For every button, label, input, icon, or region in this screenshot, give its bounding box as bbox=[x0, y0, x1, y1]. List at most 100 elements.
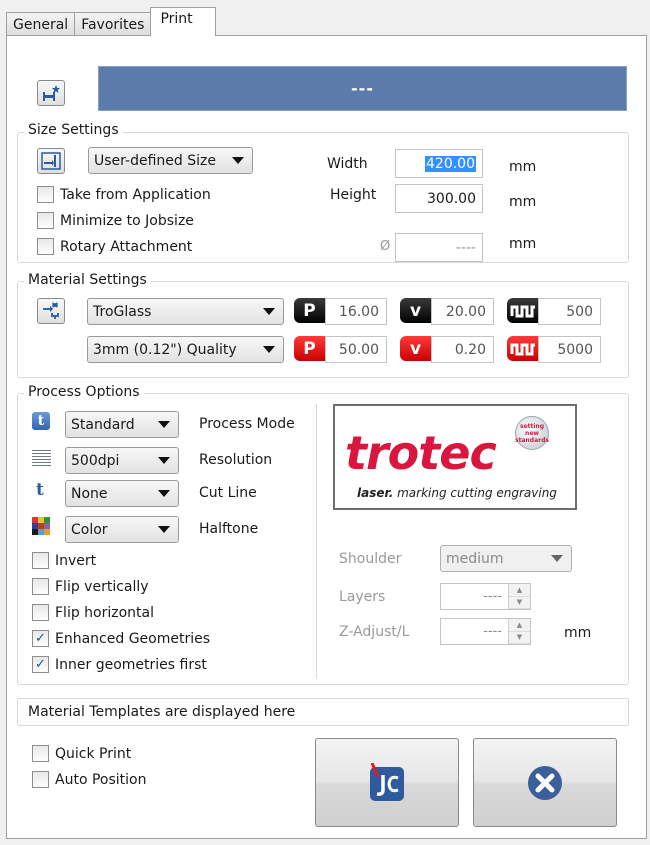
shoulder-select[interactable]: medium bbox=[440, 545, 572, 572]
cut-power-input[interactable]: 50.00 bbox=[325, 336, 387, 363]
checkbox-box[interactable] bbox=[32, 552, 49, 569]
width-value: 420.00 bbox=[425, 155, 476, 172]
chevron-down-icon bbox=[551, 555, 563, 562]
resolution-select[interactable]: 500dpi bbox=[65, 447, 179, 474]
cut-frequency-control: 5000 bbox=[507, 336, 601, 363]
tagline-bold: laser. bbox=[357, 486, 394, 500]
trotec-logo: trotec setting new standards laser. mark… bbox=[333, 404, 577, 510]
cut-line-value: None bbox=[71, 485, 108, 502]
process-mode-select[interactable]: Standard bbox=[65, 411, 179, 438]
engrave-frequency-control: 500 bbox=[507, 298, 601, 325]
material-select[interactable]: TroGlass bbox=[87, 298, 284, 325]
cut-velocity-input[interactable]: 0.20 bbox=[431, 336, 494, 363]
chevron-down-icon bbox=[158, 457, 170, 464]
size-mode-select[interactable]: User-defined Size bbox=[88, 147, 253, 174]
checkbox-label: Auto Position bbox=[55, 771, 147, 788]
invert-checkbox[interactable]: Invert bbox=[32, 552, 96, 569]
checkmark-icon[interactable]: ✓ bbox=[32, 656, 49, 673]
quick-print-checkbox[interactable]: Quick Print bbox=[32, 745, 131, 762]
engrave-power-input[interactable]: 16.00 bbox=[325, 298, 387, 325]
checkbox-label: Inner geometries first bbox=[55, 656, 207, 673]
checkbox-box[interactable] bbox=[32, 604, 49, 621]
size-settings-icon-button[interactable] bbox=[37, 148, 65, 174]
size-mode-value: User-defined Size bbox=[94, 152, 216, 169]
quality-value: 3mm (0.12") Quality bbox=[93, 341, 237, 358]
cut-line-icon: t bbox=[36, 480, 44, 500]
checkbox-label: Quick Print bbox=[55, 745, 132, 762]
material-settings-icon-button[interactable] bbox=[37, 298, 65, 324]
rotary-attachment-checkbox[interactable]: Rotary Attachment bbox=[37, 238, 192, 255]
flip-vertically-checkbox[interactable]: Flip vertically bbox=[32, 578, 149, 595]
add-favorite-button[interactable] bbox=[37, 80, 65, 106]
shoulder-value: medium bbox=[446, 550, 504, 567]
spin-down-icon[interactable]: ▼ bbox=[509, 631, 530, 644]
engrave-velocity-input[interactable]: 20.00 bbox=[431, 298, 494, 325]
inner-geometries-first-checkbox[interactable]: ✓ Inner geometries first bbox=[32, 656, 207, 673]
print-to-job-control-button[interactable] bbox=[315, 738, 459, 827]
material-value: TroGlass bbox=[93, 303, 152, 320]
resolution-label: Resolution bbox=[199, 452, 273, 468]
z-adjust-unit: mm bbox=[564, 625, 592, 641]
checkbox-label: Flip horizontal bbox=[55, 604, 154, 621]
cut-line-label: Cut Line bbox=[199, 485, 257, 501]
process-mode-value: Standard bbox=[71, 416, 135, 433]
auto-position-checkbox[interactable]: Auto Position bbox=[32, 771, 146, 788]
width-input[interactable]: 420.00 bbox=[395, 149, 483, 178]
checkbox-label: Flip vertically bbox=[55, 578, 149, 595]
job-control-icon bbox=[370, 762, 404, 801]
process-options-title: Process Options bbox=[24, 384, 144, 400]
take-from-application-checkbox[interactable]: Take from Application bbox=[37, 186, 211, 203]
power-icon: P bbox=[294, 336, 325, 361]
height-label: Height bbox=[330, 187, 377, 203]
checkbox-label: Rotary Attachment bbox=[60, 238, 193, 255]
engrave-frequency-input[interactable]: 500 bbox=[538, 298, 601, 325]
minimize-to-jobsize-checkbox[interactable]: Minimize to Jobsize bbox=[37, 212, 194, 229]
checkbox-label: Enhanced Geometries bbox=[55, 630, 211, 647]
chevron-down-icon bbox=[263, 346, 275, 353]
checkbox-box[interactable] bbox=[32, 771, 49, 788]
chevron-down-icon bbox=[263, 308, 275, 315]
shoulder-label: Shoulder bbox=[339, 551, 402, 567]
cancel-button[interactable] bbox=[473, 738, 617, 827]
spin-up-icon[interactable]: ▲ bbox=[509, 619, 530, 632]
flip-horizontal-checkbox[interactable]: Flip horizontal bbox=[32, 604, 154, 621]
height-input[interactable]: 300.00 bbox=[395, 184, 483, 213]
seal-badge: setting new standards bbox=[515, 416, 549, 450]
checkbox-box[interactable] bbox=[37, 238, 54, 255]
z-adjust-value: ---- bbox=[483, 624, 502, 639]
checkbox-box[interactable] bbox=[37, 212, 54, 229]
tab-favorites[interactable]: Favorites bbox=[74, 12, 152, 36]
diameter-input[interactable]: ---- bbox=[395, 233, 483, 262]
halftone-label: Halftone bbox=[199, 521, 259, 537]
cut-line-select[interactable]: None bbox=[65, 480, 179, 507]
process-mode-icon: t bbox=[32, 412, 50, 430]
quality-select[interactable]: 3mm (0.12") Quality bbox=[87, 336, 284, 363]
cut-frequency-input[interactable]: 5000 bbox=[538, 336, 601, 363]
material-settings-title: Material Settings bbox=[24, 272, 151, 288]
velocity-icon: v bbox=[400, 298, 431, 323]
spin-down-icon[interactable]: ▼ bbox=[509, 596, 530, 609]
checkbox-box[interactable] bbox=[32, 578, 49, 595]
brand-name: trotec bbox=[345, 426, 497, 480]
spin-up-icon[interactable]: ▲ bbox=[509, 584, 530, 597]
halftone-select[interactable]: Color bbox=[65, 516, 179, 543]
enhanced-geometries-checkbox[interactable]: ✓ Enhanced Geometries bbox=[32, 630, 210, 647]
tab-print[interactable]: Print bbox=[150, 7, 216, 36]
layers-spinbox[interactable]: ---- ▲ ▼ bbox=[440, 583, 531, 610]
material-settings-icon bbox=[43, 302, 59, 319]
process-divider bbox=[316, 404, 317, 679]
layers-label: Layers bbox=[339, 589, 386, 605]
chevron-down-icon bbox=[158, 490, 170, 497]
material-settings-group bbox=[17, 281, 629, 378]
printer-star-icon bbox=[43, 85, 60, 101]
tab-general[interactable]: General bbox=[6, 12, 76, 36]
checkbox-box[interactable] bbox=[37, 186, 54, 203]
job-name-display: --- bbox=[98, 66, 627, 111]
material-templates-message: Material Templates are displayed here bbox=[17, 698, 629, 726]
checkbox-box[interactable] bbox=[32, 745, 49, 762]
chevron-down-icon bbox=[158, 526, 170, 533]
z-adjust-spinbox[interactable]: ---- ▲ ▼ bbox=[440, 618, 531, 645]
width-label: Width bbox=[327, 156, 368, 172]
checkmark-icon[interactable]: ✓ bbox=[32, 630, 49, 647]
spin-buttons: ▲ ▼ bbox=[508, 619, 530, 644]
